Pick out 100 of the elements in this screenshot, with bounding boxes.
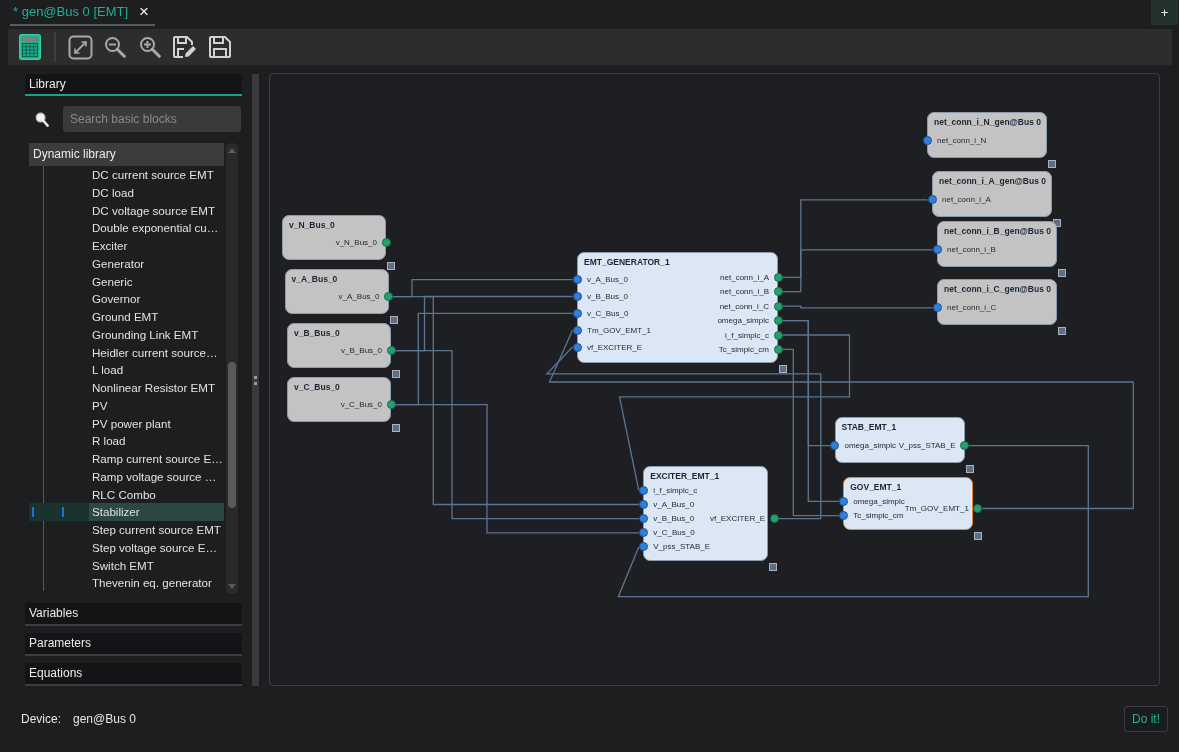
library-item[interactable]: Stabilizer: [29, 503, 224, 521]
library-item[interactable]: Ramp current source E…: [29, 450, 224, 468]
node-title: STAB_EMT_1: [840, 421, 898, 433]
library-item[interactable]: Ramp voltage source …: [29, 467, 224, 486]
port-label: v_C_Bus_0: [653, 528, 695, 538]
node-title: v_B_Bus_0: [293, 326, 341, 338]
resize-handle-icon[interactable]: [769, 562, 778, 571]
node-title: EXCITER_EMT_1: [649, 469, 721, 481]
port-label: V_pss_STAB_E: [898, 441, 956, 451]
port-label: v_C_Bus_0: [587, 308, 629, 318]
output-port-icon: [386, 346, 396, 356]
library-item[interactable]: Generator: [29, 254, 224, 273]
resize-handle-icon[interactable]: [1058, 269, 1066, 278]
resize-handle-icon[interactable]: [974, 531, 983, 540]
library-item[interactable]: DC load: [29, 183, 224, 202]
section-header[interactable]: Parameters: [25, 633, 242, 656]
library-item[interactable]: DC current source EMT: [29, 166, 224, 184]
library-item[interactable]: Ground EMT: [29, 308, 224, 326]
port-label: i_f_simplc_c: [725, 330, 769, 340]
port-label: net_conn_i_A: [942, 195, 991, 205]
port-label: Tc_simplc_cm: [853, 511, 904, 521]
port-label: v_A_Bus_0: [587, 275, 628, 285]
port-label: vf_EXCITER_E: [710, 514, 766, 524]
device-label: Device:: [21, 711, 61, 728]
library-item[interactable]: Nonlinear Resistor EMT: [29, 379, 224, 397]
resize-handle-icon[interactable]: [1058, 327, 1066, 336]
output-port-icon: [381, 238, 391, 248]
close-button[interactable]: ×: [137, 3, 151, 21]
port-label: vf_EXCITER_E: [587, 342, 643, 352]
output-port-icon: [384, 292, 393, 302]
indent-marker-icon: [32, 507, 34, 518]
node-title: net_conn_i_C_gen@Bus 0: [943, 283, 1052, 295]
library-item[interactable]: R load: [29, 432, 224, 450]
floppy-pencil-icon: [172, 35, 198, 59]
port-label: omega_simplc: [844, 441, 897, 451]
output-port-icon: [386, 400, 396, 410]
library-item[interactable]: Governor: [29, 290, 224, 308]
resize-handle-icon[interactable]: [1048, 160, 1056, 168]
port-label: net_conn_i_C: [719, 301, 769, 311]
scrollbar-thumb[interactable]: [228, 362, 236, 508]
port-label: i_f_simplc_c: [653, 485, 698, 495]
resize-handle-icon[interactable]: [779, 365, 787, 374]
scrollbar[interactable]: [226, 143, 238, 594]
output-port-icon: [960, 441, 969, 451]
node-title: EMT_GENERATOR_1: [583, 256, 671, 268]
document-tab[interactable]: * gen@Bus 0 [EMT] ×: [10, 0, 155, 26]
new-tab-button[interactable]: +: [1151, 0, 1178, 25]
port-label: net_conn_i_A: [720, 272, 769, 282]
node-title: net_conn_i_B_gen@Bus 0: [943, 225, 1052, 237]
port-label: net_conn_i_B: [947, 245, 996, 255]
library-item[interactable]: Generic: [29, 272, 224, 291]
port-label: Tm_GOV_EMT_1: [587, 325, 651, 335]
port-label: omega_simplc: [853, 496, 905, 506]
section-header[interactable]: Variables: [25, 603, 242, 626]
library-item[interactable]: RLC Combo: [29, 485, 224, 504]
resize-handle-icon[interactable]: [392, 423, 400, 432]
zoom-out-icon: [104, 36, 126, 58]
input-port-icon: [932, 245, 942, 255]
port-label: v_B_Bus_0: [587, 292, 628, 302]
library-item[interactable]: Double exponential cu…: [29, 219, 224, 237]
resize-handle-icon[interactable]: [389, 315, 398, 324]
input-port-icon: [830, 441, 839, 451]
input-port-icon: [932, 303, 942, 313]
library-item[interactable]: Step current source EMT: [29, 521, 224, 539]
library-item[interactable]: Switch EMT: [29, 556, 224, 575]
library-item[interactable]: Thevenin eq. generator: [29, 574, 224, 592]
library-item[interactable]: L load: [29, 361, 224, 379]
port-label: v_N_Bus_0: [335, 238, 377, 248]
splitter-handle-icon: [254, 375, 257, 385]
library-item[interactable]: Exciter: [29, 237, 224, 255]
library-item[interactable]: Grounding Link EMT: [29, 325, 224, 344]
library-item[interactable]: PV power plant: [29, 414, 224, 433]
output-port-icon: [769, 514, 779, 524]
do-it-button[interactable]: Do it!: [1124, 706, 1168, 732]
tree-group-header[interactable]: Dynamic library: [29, 143, 224, 166]
library-item[interactable]: Heidler current source…: [29, 343, 224, 362]
library-item[interactable]: Step voltage source E…: [29, 538, 224, 557]
port-label: net_conn_i_B: [720, 287, 769, 297]
resize-handle-icon[interactable]: [387, 261, 395, 270]
node-title: net_conn_i_A_gen@Bus 0: [938, 175, 1047, 187]
resize-handle-icon[interactable]: [965, 465, 974, 474]
node-title: GOV_EMT_1: [849, 480, 903, 492]
search-field[interactable]: Search basic blocks: [63, 106, 241, 132]
resize-handle-icon[interactable]: [392, 369, 400, 378]
port-label: Tm_GOV_EMT_1: [904, 504, 969, 513]
library-item[interactable]: PV: [29, 396, 224, 415]
port-label: v_B_Bus_0: [341, 346, 382, 356]
port-label: V_pss_STAB_E: [653, 542, 711, 552]
indent-marker-icon: [62, 507, 64, 518]
port-label: v_A_Bus_0: [653, 500, 695, 509]
port-label: Tc_simplc_cm: [718, 344, 769, 354]
library-item[interactable]: DC voltage source EMT: [29, 201, 224, 220]
node-title: v_A_Bus_0: [290, 272, 339, 284]
port-label: v_A_Bus_0: [338, 292, 380, 302]
node-title: v_N_Bus_0: [288, 218, 336, 230]
section-header[interactable]: Equations: [25, 663, 242, 686]
output-port-icon: [973, 504, 983, 513]
port-label: net_conn_i_C: [947, 303, 997, 313]
section-header[interactable]: Library: [25, 74, 242, 96]
expand-icon: [67, 34, 93, 60]
